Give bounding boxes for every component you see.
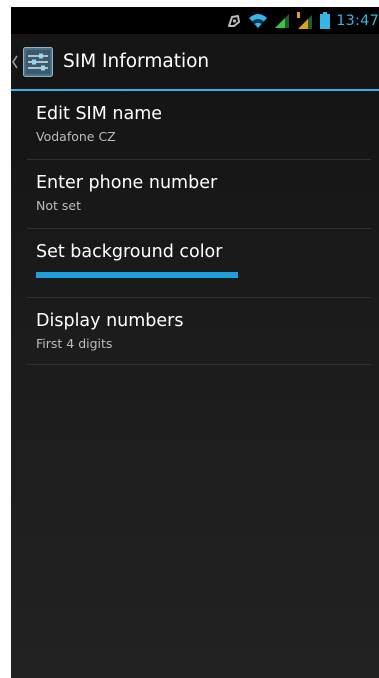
setting-title: Edit SIM name	[36, 104, 163, 124]
status-bar: 13:47	[11, 7, 379, 34]
setting-summary: Vodafone CZ	[36, 129, 116, 144]
background-color-swatch	[36, 272, 238, 278]
signal-icon	[274, 13, 290, 29]
setting-display-numbers[interactable]: Display numbers First 4 digits	[27, 298, 371, 365]
phone-screen: 13:47 SIM Information Edit SIM name Voda…	[11, 7, 379, 678]
setting-summary: First 4 digits	[36, 336, 113, 351]
page-title: SIM Information	[63, 51, 210, 72]
setting-title: Enter phone number	[36, 173, 218, 193]
chevron-left-icon[interactable]	[11, 54, 19, 70]
setting-title: Set background color	[36, 242, 223, 262]
status-icons: 13:47	[226, 7, 379, 34]
sync-icon	[226, 13, 242, 29]
settings-list: Edit SIM name Vodafone CZ Enter phone nu…	[27, 91, 371, 365]
wifi-icon	[248, 13, 268, 29]
signal-roaming-icon	[296, 11, 314, 30]
battery-icon	[320, 12, 331, 29]
setting-enter-phone-number[interactable]: Enter phone number Not set	[27, 160, 371, 229]
setting-set-background-color[interactable]: Set background color	[27, 229, 371, 298]
settings-sliders-icon[interactable]	[23, 46, 53, 77]
action-bar: SIM Information	[11, 34, 379, 91]
setting-edit-sim-name[interactable]: Edit SIM name Vodafone CZ	[27, 91, 371, 160]
setting-summary: Not set	[36, 198, 81, 213]
setting-title: Display numbers	[36, 311, 184, 331]
clock: 13:47	[336, 12, 379, 29]
